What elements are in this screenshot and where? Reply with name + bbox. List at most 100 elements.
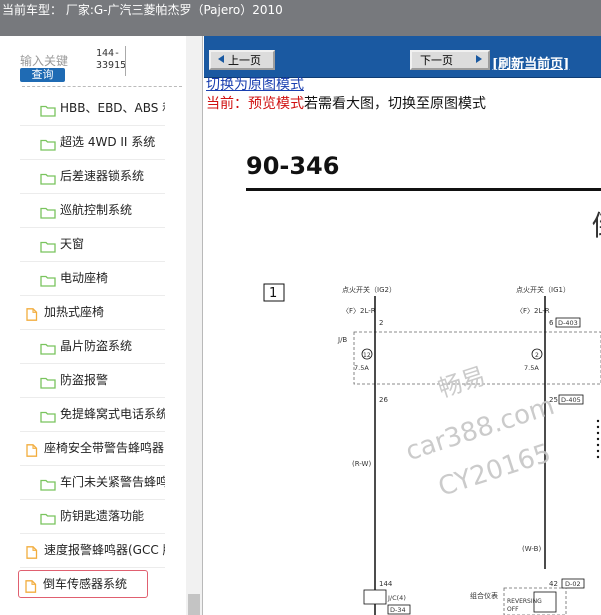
pin-42: 42 [549,580,558,588]
connector-d02: D-02 [565,580,581,588]
folder-green-icon [40,340,56,355]
reversing-label: REVERSING [507,598,542,605]
mode-current: 当前：预览模式 [206,96,304,112]
tree-item-label: 天窗 [60,237,85,251]
tree-item[interactable]: 座椅安全带警告蜂鸣器 [20,432,165,466]
folder-green-icon [40,136,56,151]
pin-144: 144 [379,580,393,588]
terminal-dot [596,443,600,447]
tree-item[interactable]: 速度报警蜂鸣器(GCC 版本) [20,534,165,568]
fuse-2: 2 [535,352,539,359]
switch-to-original-link[interactable]: 切换为原图模式 [206,74,304,94]
tree-item[interactable]: 防盗报警 [20,364,165,398]
search-code-line-1: 144- [96,48,121,59]
tree-item[interactable]: 超选 4WD II 系统 [20,126,165,160]
tree-item-label: 速度报警蜂鸣器(GCC 版本) [44,543,165,557]
document-orange-icon [24,544,40,559]
tree-item[interactable]: 倒车传感器系统 [18,570,148,598]
tree-item[interactable]: 天窗 [20,228,165,262]
tree-item[interactable]: 晶片防盗系统 [20,330,165,364]
search-button[interactable]: 查询 [20,68,65,82]
folder-green-icon [40,102,56,117]
combo-meter-label: 组合仪表 [470,591,498,600]
folder-green-icon [40,479,56,491]
connector-d403: D-403 [558,319,578,327]
sidebar: 输入关键 查询 144- 33915 HBB、EBD、ABS 和 A 超选 4WD… [0,36,203,615]
search-area: 输入关键 查询 144- 33915 [0,36,202,92]
folder-green-icon [40,139,56,151]
joint-connector: J/C(4) [387,594,406,602]
folder-green-icon [40,170,56,185]
prev-page-button[interactable]: 上一页 [209,50,275,70]
refresh-page-link[interactable]: [刷新当前页] [492,53,569,72]
watermark-line-1: 畅易 [435,362,489,403]
terminal-dot [596,437,600,441]
document-viewer: 上一页 下一页 [刷新当前页] 切换为原图模式 当前：预览模式若需看大图，切换至… [204,36,601,615]
search-code-line-2: 33915 [96,60,127,71]
folder-green-icon [40,238,56,253]
tree-item[interactable]: 巡航控制系统 [20,194,165,228]
terminal-dots [596,419,600,459]
document-orange-icon [26,308,38,321]
tree-item-label: 后差速器锁系统 [60,169,145,183]
tree-item[interactable]: 车门未关紧警告蜂鸣器 [20,466,165,500]
folder-green-icon [40,173,56,185]
next-page-button[interactable]: 下一页 [410,50,490,70]
fuse-12: 12 [363,352,371,359]
tree-item-label: HBB、EBD、ABS 和 A [60,101,165,115]
wire-rw: (R-W) [352,460,371,468]
wiring-diagram: 1 点火开关（IG2） 〈F〉2L-R 2 点火开关（IG1） 〈F〉2L-R … [263,283,601,615]
arrow-right-icon [476,55,482,63]
folder-green-icon [40,241,56,253]
ig1-label: 点火开关（IG1） [516,285,570,294]
tree-item-label: 倒车传感器系统 [43,577,128,591]
jb-label: J/B [337,336,347,344]
sidebar-scroll-thumb[interactable] [188,594,200,615]
terminal-dot [596,455,600,459]
wire-wb: (W-B) [522,545,541,553]
ig2-label: 点火开关（IG2） [342,285,396,294]
tree-item-label: 防盗报警 [60,373,109,387]
document-orange-icon [23,578,39,593]
search-keyword-hint[interactable]: 输入关键 [20,52,68,69]
tree-item[interactable]: 后差速器锁系统 [20,160,165,194]
document-orange-icon [25,580,37,593]
viewer-toolbar: 上一页 下一页 [刷新当前页] [204,36,601,78]
pin-2: 2 [379,319,383,327]
watermark: 畅易 car388.com CY20165 [402,362,558,503]
mode-hint: 若需看大图，切换至原图模式 [304,96,486,112]
document-orange-icon [24,306,40,321]
tree-item-label: 免提蜂窝式电话系统 [60,407,165,421]
tree-item[interactable]: 免提蜂窝式电话系统 [20,398,165,432]
document-orange-icon [26,444,38,457]
folder-green-icon [40,207,56,219]
window-title-bar: 当前车型： 厂家:G-广汽三菱帕杰罗（Pajero）2010 [0,0,601,36]
tree-item-label: 巡航控制系统 [60,203,133,217]
tree-item[interactable]: 防钥匙遗落功能 [20,500,165,534]
folder-green-icon [40,204,56,219]
tree-item-label: 加热式座椅 [44,305,105,319]
tree-item-label: 电动座椅 [60,271,109,285]
search-dashed-rule [22,86,182,87]
folder-green-icon [40,343,56,355]
terminal-dot [596,425,600,429]
folder-green-icon [40,105,56,117]
manual-page: 90-346 倒 1 点火开关（IG2） 〈F〉2L-R 2 点火开关（IG1）… [204,114,601,615]
tree-item[interactable]: 加热式座椅 [20,296,165,330]
folder-green-icon [40,510,56,525]
folder-green-icon [40,272,56,287]
tree-item-label: 防钥匙遗落功能 [60,509,145,523]
tree-item[interactable]: HBB、EBD、ABS 和 A [20,92,165,126]
terminal-dot [596,431,600,435]
sidebar-scrollbar[interactable] [186,36,202,615]
document-orange-icon [24,442,40,457]
folder-green-icon [40,275,56,287]
window-title: 当前车型： 厂家:G-广汽三菱帕杰罗（Pajero）2010 [2,3,283,17]
document-orange-icon [26,546,38,559]
folder-green-icon [40,411,56,423]
tree-item[interactable]: 电动座椅 [20,262,165,296]
reversing-off-label: OFF [507,606,519,613]
connector-d405: D-405 [561,396,581,404]
terminal-dot [596,419,600,423]
folder-green-icon [40,374,56,389]
